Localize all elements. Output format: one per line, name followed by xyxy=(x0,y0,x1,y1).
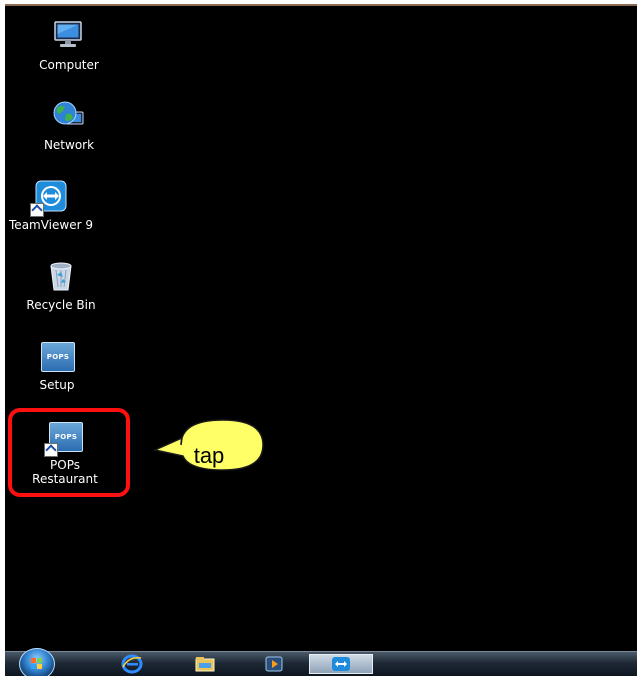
desktop: Computer Network TeamViewer 9 Recycle Bi… xyxy=(5,4,637,676)
desktop-icon-setup[interactable]: POPS Setup xyxy=(5,338,113,392)
desktop-icon-label: TeamViewer 9 xyxy=(9,218,93,232)
start-button[interactable] xyxy=(19,648,55,676)
pops-setup-icon: POPS xyxy=(39,338,75,374)
desktop-icon-label: Recycle Bin xyxy=(26,298,96,312)
desktop-icon-label: Network xyxy=(43,138,95,152)
desktop-icon-computer[interactable]: Computer xyxy=(13,18,125,72)
callout-text: tap xyxy=(193,443,225,468)
highlight-box xyxy=(8,408,130,497)
media-player-icon[interactable] xyxy=(257,654,291,674)
taskbar xyxy=(5,648,637,676)
pops-logo: POPS xyxy=(41,342,75,372)
internet-explorer-icon[interactable] xyxy=(115,654,149,674)
file-explorer-icon[interactable] xyxy=(188,654,222,674)
teamviewer-icon xyxy=(30,178,69,217)
desktop-icon-label: Computer xyxy=(39,58,99,72)
desktop-icon-label: Setup xyxy=(39,378,75,392)
teamviewer-taskbar-button[interactable] xyxy=(309,654,373,674)
desktop-icon-network[interactable]: Network xyxy=(13,98,125,152)
shortcut-arrow-icon xyxy=(30,203,44,217)
desktop-icon-recycle-bin[interactable]: Recycle Bin xyxy=(5,258,117,312)
network-globe-icon xyxy=(51,98,87,134)
desktop-icon-teamviewer[interactable]: TeamViewer 9 xyxy=(5,178,107,232)
recycle-bin-icon xyxy=(43,258,79,294)
computer-icon xyxy=(51,18,87,54)
